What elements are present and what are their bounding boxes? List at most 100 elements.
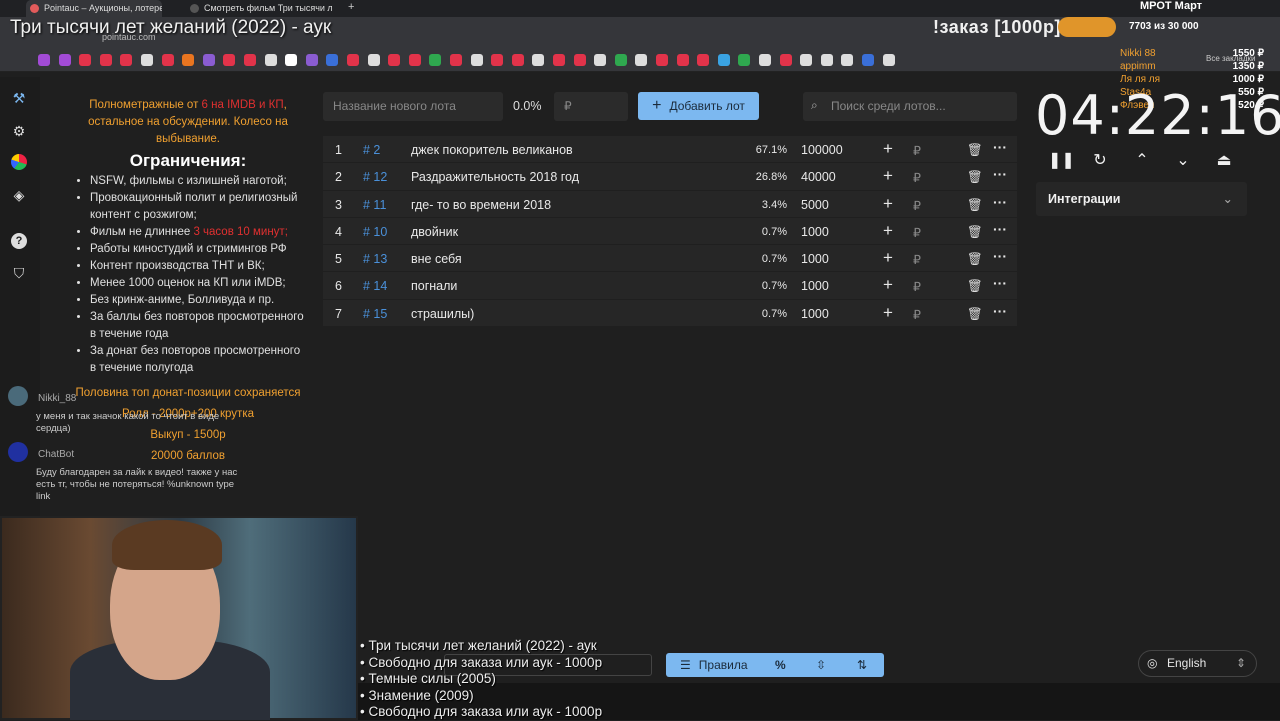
lot-amount[interactable]: 40000 <box>801 170 836 184</box>
table-row[interactable]: 7 # 15 страшилы) 0.7% 1000 + ₽ 🗑 ··· <box>323 299 1017 328</box>
browser-tab[interactable]: Смотреть фильм Три тысячи л <box>186 0 336 17</box>
bookmark-icon[interactable] <box>491 54 504 66</box>
layers-icon[interactable]: ◈ <box>10 186 28 204</box>
bookmark-icon[interactable] <box>656 54 668 66</box>
lot-name[interactable]: страшилы) <box>411 307 474 321</box>
table-row[interactable]: 2 # 12 Раздражительность 2018 год 26.8% 4000… <box>323 163 1017 191</box>
table-row[interactable]: 4 # 10 двойник 0.7% 1000 + ₽ 🗑 ··· <box>323 217 1017 246</box>
bookmark-icon[interactable] <box>470 54 483 66</box>
eject-icon[interactable]: ⏏ <box>1213 150 1235 172</box>
bookmark-icon[interactable] <box>800 54 813 66</box>
bookmark-icon[interactable] <box>532 54 545 66</box>
ruble-icon[interactable]: ₽ <box>913 279 921 294</box>
bookmark-icon[interactable] <box>553 54 565 66</box>
trash-icon[interactable]: 🗑 <box>967 143 983 158</box>
bookmark-icon[interactable] <box>882 54 895 66</box>
table-row[interactable]: 3 # 11 где- то во времени 2018 3.4% 5000 + ₽ 🗑 ·… <box>323 190 1017 218</box>
lot-amount[interactable]: 1000 <box>801 307 829 321</box>
ruble-icon[interactable]: ₽ <box>913 307 921 322</box>
percent-toggle-icon[interactable]: % <box>775 653 786 677</box>
shield-icon[interactable]: ⛉ <box>10 264 28 282</box>
bookmark-icon[interactable] <box>862 54 874 66</box>
bookmark-icon[interactable] <box>429 54 442 66</box>
lot-name[interactable]: двойник <box>411 225 458 239</box>
plus-icon[interactable]: + <box>883 303 893 323</box>
lot-amount[interactable]: 5000 <box>801 198 829 212</box>
ruble-icon[interactable]: ₽ <box>913 225 921 240</box>
add-lot-button[interactable]: + Добавить лот <box>638 92 759 120</box>
trash-icon[interactable]: 🗑 <box>967 225 983 240</box>
bookmark-icon[interactable] <box>635 54 648 66</box>
wheel-icon[interactable] <box>11 154 27 170</box>
gear-icon[interactable]: ⚙ <box>10 122 28 140</box>
chevron-up-icon[interactable]: ⌃ <box>1131 150 1153 172</box>
more-icon[interactable]: ··· <box>993 275 1007 291</box>
sort-icon[interactable]: ⇅ <box>857 653 867 677</box>
table-row[interactable]: 6 # 14 погнали 0.7% 1000 + ₽ 🗑 ··· <box>323 272 1017 300</box>
bookmark-icon[interactable] <box>594 54 607 66</box>
bookmark-icon[interactable] <box>367 54 380 66</box>
bookmark-icon[interactable] <box>759 54 771 66</box>
new-tab-icon[interactable]: + <box>348 1 354 13</box>
trash-icon[interactable]: 🗑 <box>967 198 983 213</box>
more-icon[interactable]: ··· <box>993 221 1007 237</box>
bookmark-icon[interactable] <box>182 54 195 66</box>
bookmark-icon[interactable] <box>58 54 71 66</box>
lot-name[interactable]: вне себя <box>411 252 462 266</box>
hammer-icon[interactable]: ⚒ <box>10 89 28 107</box>
lot-amount[interactable]: 1000 <box>801 252 829 266</box>
bookmark-icon[interactable] <box>841 54 854 66</box>
search-input[interactable]: Поиск среди лотов... <box>803 92 1017 121</box>
bookmark-icon[interactable] <box>573 54 586 66</box>
plus-icon[interactable]: + <box>883 275 893 295</box>
trash-icon[interactable]: 🗑 <box>967 252 983 267</box>
bookmark-icon[interactable] <box>79 54 92 66</box>
more-icon[interactable]: ··· <box>993 166 1007 182</box>
bookmark-icon[interactable] <box>305 54 318 66</box>
more-icon[interactable]: ··· <box>993 139 1007 155</box>
bookmark-icon[interactable] <box>388 54 401 66</box>
bookmark-icon[interactable] <box>264 54 277 66</box>
bookmark-icon[interactable] <box>99 54 112 66</box>
bookmark-icon[interactable] <box>511 54 524 66</box>
compress-icon[interactable]: ⇳ <box>816 653 826 677</box>
lot-amount[interactable]: 1000 <box>801 225 829 239</box>
integrations-panel[interactable]: Интеграции ⌄ <box>1036 182 1247 216</box>
more-icon[interactable]: ··· <box>993 303 1007 319</box>
bookmark-icon[interactable] <box>120 54 133 66</box>
lot-name[interactable]: где- то во времени 2018 <box>411 198 551 212</box>
more-icon[interactable]: ··· <box>993 248 1007 264</box>
pause-icon[interactable]: ❚❚ <box>1048 150 1075 172</box>
lot-name[interactable]: Раздражительность 2018 год <box>411 170 579 184</box>
bookmark-icon[interactable] <box>676 54 689 66</box>
trash-icon[interactable]: 🗑 <box>967 307 983 322</box>
rules-button[interactable]: ☰ Правила <box>680 653 748 677</box>
bookmark-icon[interactable] <box>244 54 256 66</box>
bookmark-icon[interactable] <box>347 54 359 66</box>
bookmark-icon[interactable] <box>223 54 236 66</box>
new-lot-input[interactable]: Название нового лота <box>323 92 503 121</box>
table-row[interactable]: 5 # 13 вне себя 0.7% 1000 + ₽ 🗑 ··· <box>323 245 1017 273</box>
bookmark-icon[interactable] <box>779 54 792 66</box>
plus-icon[interactable]: + <box>883 248 893 268</box>
ruble-icon[interactable]: ₽ <box>913 252 921 267</box>
bookmark-icon[interactable] <box>161 54 174 66</box>
browser-tab-active[interactable]: Pointauc – Аукционы, лотерея <box>26 0 162 17</box>
ruble-icon[interactable]: ₽ <box>913 170 921 185</box>
help-icon[interactable]: ? <box>11 233 27 249</box>
trash-icon[interactable]: 🗑 <box>967 279 983 294</box>
chevron-down-icon[interactable]: ⌄ <box>1172 150 1194 172</box>
plus-icon[interactable]: + <box>883 166 893 186</box>
bookmark-icon[interactable] <box>285 54 298 66</box>
ruble-icon[interactable]: ₽ <box>913 198 921 213</box>
lot-amount[interactable]: 1000 <box>801 279 829 293</box>
bookmark-icon[interactable] <box>614 54 627 66</box>
lot-name[interactable]: погнали <box>411 279 457 293</box>
reset-icon[interactable]: ↻ <box>1089 150 1111 172</box>
new-lot-amount-input[interactable]: ₽ <box>554 92 628 121</box>
bookmark-icon[interactable] <box>326 54 339 66</box>
bookmark-icon[interactable] <box>38 54 50 66</box>
lot-amount[interactable]: 100000 <box>801 143 843 157</box>
bookmark-icon[interactable] <box>202 54 215 66</box>
trash-icon[interactable]: 🗑 <box>967 170 983 185</box>
